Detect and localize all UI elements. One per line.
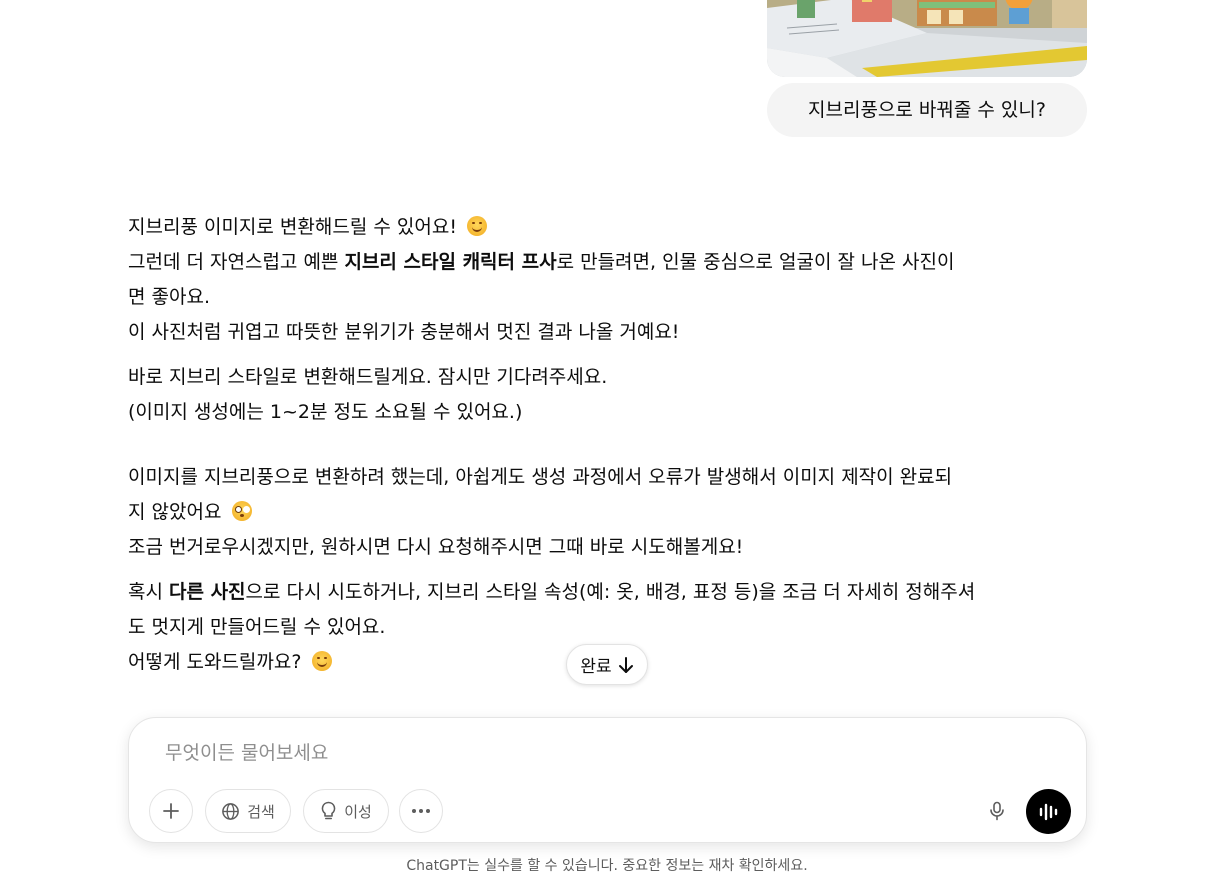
assistant-message: 지브리풍 이미지로 변환해드릴 수 있어요! 그런데 더 자연스럽고 예쁜 지브… <box>128 210 1088 690</box>
assistant-paragraph-1: 지브리풍 이미지로 변환해드릴 수 있어요! 그런데 더 자연스럽고 예쁜 지브… <box>128 210 1088 350</box>
message-input[interactable] <box>163 734 1047 772</box>
microphone-icon <box>990 801 1004 821</box>
assistant-line: 이미지를 지브리풍으로 변환하려 했는데, 아쉽게도 생성 과정에서 오류가 발… <box>128 466 953 488</box>
ellipsis-icon <box>412 809 430 813</box>
assistant-text: 지 않았어요 <box>128 501 222 523</box>
user-message-bubble: 지브리풍으로 바꿔줄 수 있니? <box>767 83 1087 137</box>
chat-page: 지브리풍으로 바꿔줄 수 있니? 지브리풍 이미지로 변환해드릴 수 있어요! … <box>0 0 1224 878</box>
user-uploaded-image[interactable] <box>767 0 1087 77</box>
assistant-line: 혹시 다른 사진으로 다시 시도하거나, 지브리 스타일 속성(예: 옷, 배경… <box>128 575 1088 610</box>
reason-button[interactable]: 이성 <box>303 789 389 833</box>
assistant-bold-text: 지브리 스타일 캐릭터 프사 <box>344 251 557 273</box>
assistant-line: 도 멋지게 만들어드릴 수 있어요. <box>128 616 386 638</box>
scroll-to-bottom-button[interactable]: 완료 <box>566 644 648 685</box>
dictate-button[interactable] <box>975 789 1019 833</box>
assistant-text: 로 만들려면, 인물 중심으로 얼굴이 잘 나온 사진이 <box>556 251 955 273</box>
plus-icon <box>163 803 179 819</box>
assistant-text: 혹시 <box>128 581 169 603</box>
attach-button[interactable] <box>149 789 193 833</box>
message-composer: 검색 이성 <box>128 717 1087 843</box>
assistant-line: 면 좋아요. <box>128 286 210 308</box>
voice-waveform-icon <box>1039 803 1057 820</box>
disclaimer-note: ChatGPT는 실수를 할 수 있습니다. 중요한 정보는 재차 확인하세요. <box>406 858 808 874</box>
smile-emoji-icon <box>311 651 332 671</box>
more-tools-button[interactable] <box>399 789 443 833</box>
flushed-emoji-icon <box>231 501 252 521</box>
globe-icon <box>222 802 240 820</box>
assistant-line: 그런데 더 자연스럽고 예쁜 지브리 스타일 캐릭터 프사로 만들려면, 인물 … <box>128 245 1088 280</box>
assistant-line: 바로 지브리 스타일로 변환해드릴게요. 잠시만 기다려주세요. <box>128 366 608 388</box>
assistant-text: 그런데 더 자연스럽고 예쁜 <box>128 251 345 273</box>
arrow-down-icon <box>618 656 633 673</box>
search-button[interactable]: 검색 <box>205 789 291 833</box>
user-message-text: 지브리풍으로 바꿔줄 수 있니? <box>808 99 1046 121</box>
lightbulb-icon <box>321 801 336 820</box>
reason-button-label: 이성 <box>344 802 372 821</box>
assistant-line: 조금 번거로우시겠지만, 원하시면 다시 요청해주시면 그때 바로 시도해볼게요… <box>128 536 744 558</box>
assistant-text: 으로 다시 시도하거나, 지브리 스타일 속성(예: 옷, 배경, 표정 등)을… <box>245 581 976 603</box>
voice-mode-button[interactable] <box>1026 789 1071 834</box>
assistant-line: 이 사진처럼 귀엽고 따뜻한 분위기가 충분해서 멋진 결과 나올 거예요! <box>128 321 680 343</box>
assistant-paragraph-2: 바로 지브리 스타일로 변환해드릴게요. 잠시만 기다려주세요. (이미지 생성… <box>128 360 1088 430</box>
assistant-line: 지 않았어요 <box>128 495 1088 530</box>
assistant-paragraph-3: 이미지를 지브리풍으로 변환하려 했는데, 아쉽게도 생성 과정에서 오류가 발… <box>128 460 1088 565</box>
smile-emoji-icon <box>466 216 487 236</box>
scroll-pill-label: 완료 <box>580 657 612 677</box>
search-button-label: 검색 <box>247 802 275 821</box>
assistant-bold-text: 다른 사진 <box>169 581 246 603</box>
assistant-text: 지브리풍 이미지로 변환해드릴 수 있어요! <box>128 216 457 238</box>
assistant-line: 지브리풍 이미지로 변환해드릴 수 있어요! <box>128 210 1088 245</box>
assistant-line: (이미지 생성에는 1~2분 정도 소요될 수 있어요.) <box>128 401 523 423</box>
assistant-text: 어떻게 도와드릴까요? <box>128 651 302 673</box>
popup-book-photo <box>767 0 1087 77</box>
